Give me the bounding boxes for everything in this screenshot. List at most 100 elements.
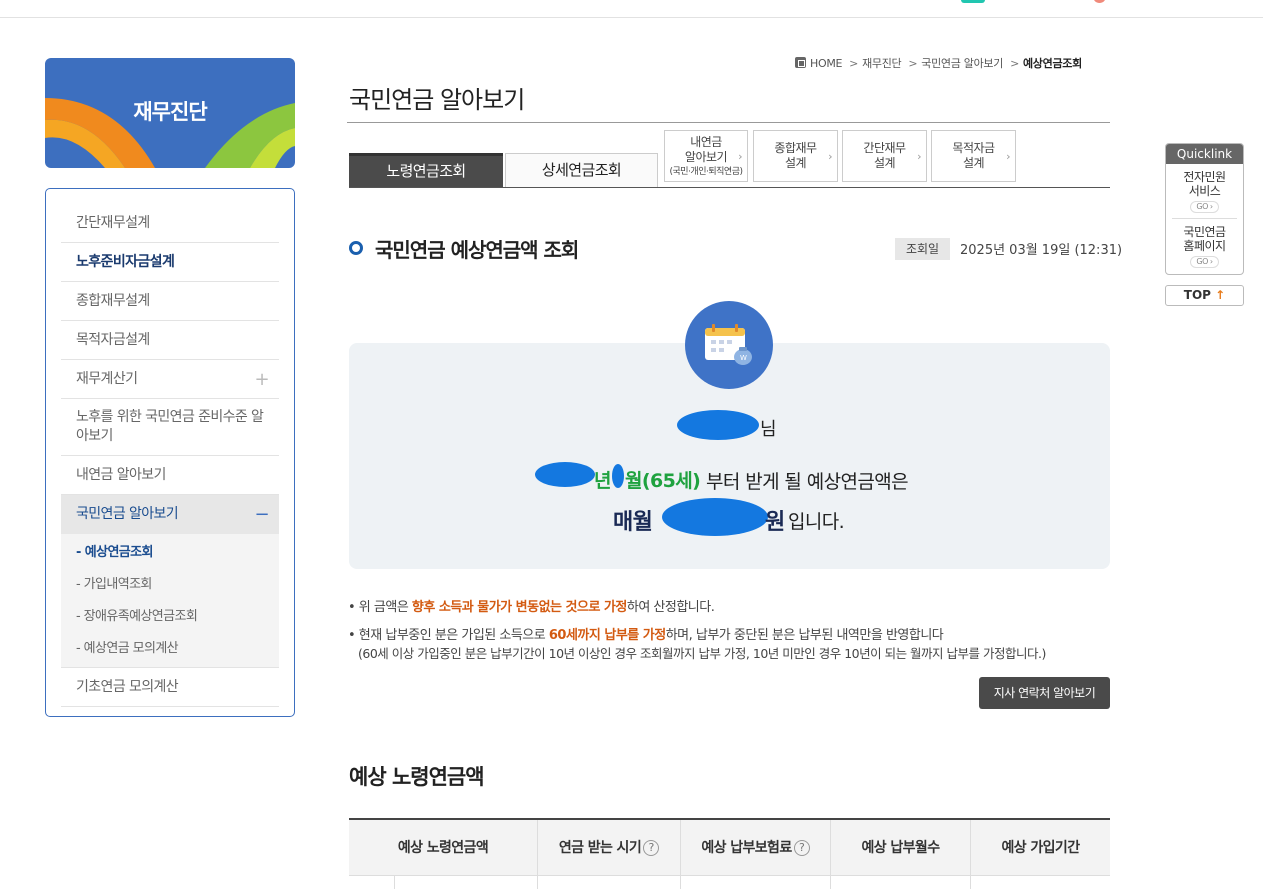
breadcrumb-national-pension[interactable]: 국민연금 알아보기 xyxy=(921,57,1003,70)
table-header-cell: 예상 납부보험료? xyxy=(681,820,831,875)
page-title: 국민연금 알아보기 xyxy=(349,86,525,114)
tab-box-small: (국민·개인·퇴직연금) xyxy=(669,167,744,177)
breadcrumb-current: 예상연금조회 xyxy=(1022,57,1082,70)
tab-my-pension[interactable]: 내연금 알아보기 (국민·개인·퇴직연금) › xyxy=(664,130,748,182)
branch-contact-button[interactable]: 지사 연락처 알아보기 xyxy=(979,677,1110,709)
query-date-value: 2025년 03월 19일 (12:31) xyxy=(960,243,1123,258)
table-header-row: 예상 노령연금액 연금 받는 시기? 예상 납부보험료? 예상 납부월수 예상 … xyxy=(349,820,1110,876)
go-button[interactable]: GO › xyxy=(1190,256,1219,268)
sidebar-banner: 재무진단 xyxy=(45,58,295,168)
quicklink-e-civil-service[interactable]: 전자민원 서비스 GO › xyxy=(1166,164,1243,213)
title-divider xyxy=(347,122,1110,123)
svg-text:W: W xyxy=(740,354,747,362)
tab-purpose-fund[interactable]: 목적자금 설계 › xyxy=(931,130,1016,182)
table-header-cell: 예상 납부월수 xyxy=(831,820,971,875)
sidebar-item-label: 간단재무설계 xyxy=(76,215,150,231)
note-income-assumption: • 위 금액은 향후 소득과 물가가 변동없는 것으로 가정하여 산정합니다. xyxy=(348,600,715,615)
breadcrumb-separator: > xyxy=(849,57,859,70)
sidebar-item-retirement-planning[interactable]: 노후준비자금설계 xyxy=(61,243,279,282)
breadcrumb: HOME > 재무진단 > 국민연금 알아보기 > 예상연금조회 xyxy=(795,55,1110,71)
top-bar-red-button[interactable] xyxy=(1093,0,1106,3)
go-button[interactable]: GO › xyxy=(1190,201,1219,213)
tabs-underline xyxy=(349,187,1110,188)
collapse-minus-icon[interactable]: − xyxy=(255,495,270,534)
redacted-name xyxy=(677,410,759,440)
quicklink-nps-homepage[interactable]: 국민연금 홈페이지 GO › xyxy=(1166,219,1243,268)
tab-box-line: 종합재무 xyxy=(774,141,817,155)
tab-comprehensive-planning[interactable]: 종합재무 설계 › xyxy=(753,130,838,182)
submenu-item-enrollment-history[interactable]: - 가입내역조회 xyxy=(61,569,279,601)
year-suffix: 년 xyxy=(594,470,611,492)
tab-old-age-pension[interactable]: 노령연금조회 xyxy=(349,153,503,188)
breadcrumb-separator: > xyxy=(1010,57,1019,70)
sidebar-submenu: - 예상연금조회 - 가입내역조회 - 장애유족예상연금조회 - 예상연금 모의… xyxy=(61,534,279,668)
breadcrumb-separator: > xyxy=(908,57,918,70)
redacted-month xyxy=(612,464,624,488)
tab-simple-planning[interactable]: 간단재무 설계 › xyxy=(842,130,927,182)
tab-box-line: 알아보기 xyxy=(684,150,728,164)
won-label: 원 xyxy=(765,510,785,535)
redacted-year xyxy=(535,462,595,487)
sidebar-item-label: 국민연금 알아보기 xyxy=(76,506,179,522)
sidebar-item-label: 재무계산기 xyxy=(76,371,138,387)
section2-title: 예상 노령연금액 xyxy=(349,765,485,789)
calendar-icon: W xyxy=(685,301,773,389)
sidebar-item-label: 내연금 알아보기 xyxy=(76,467,166,483)
submenu-item-expected-pension[interactable]: - 예상연금조회 xyxy=(61,537,279,569)
table-header-cell: 연금 받는 시기? xyxy=(538,820,681,875)
tab-box-line: 간단재무 xyxy=(863,141,906,155)
monthly-label: 매월 xyxy=(613,510,653,535)
tab-box-line: 목적자금 xyxy=(952,141,995,155)
tab-box-line: 설계 xyxy=(962,156,985,170)
note-payment-assumption: • 현재 납부중인 분은 가입된 소득으로 60세까지 납부를 가정하며, 납부… xyxy=(348,628,944,643)
start-text: 부터 받게 될 예상연금액은 xyxy=(706,471,909,493)
month-age: 월(65세) xyxy=(625,470,701,492)
tab-box-line: 설계 xyxy=(873,156,896,170)
top-bar xyxy=(0,0,1263,18)
chevron-right-icon: › xyxy=(1006,150,1010,163)
sidebar-item-label: 노후준비자금설계 xyxy=(76,254,175,270)
sidebar-item-simple-planning[interactable]: 간단재무설계 xyxy=(61,204,279,243)
sidebar-item-comprehensive-planning[interactable]: 종합재무설계 xyxy=(61,282,279,321)
sidebar-item-basic-pension[interactable]: 기초연금 모의계산 xyxy=(61,668,279,707)
sidebar-item-label: 종합재무설계 xyxy=(76,293,150,309)
sidebar-item-label: 노후를 위한 국민연금 준비수준 알아보기 xyxy=(76,409,264,444)
section-title: 국민연금 예상연금액 조회 xyxy=(375,238,579,262)
name-suffix: 님 xyxy=(760,419,777,440)
arrow-up-icon: ↑ xyxy=(1215,288,1226,302)
tab-box-line: 설계 xyxy=(784,156,807,170)
sidebar-item-label: 목적자금설계 xyxy=(76,332,150,348)
note-over-60: (60세 이상 가입중인 분은 납부기간이 10년 이상인 경우 조회월까지 납… xyxy=(358,646,1046,661)
sidebar-item-calculator[interactable]: 재무계산기 + xyxy=(61,360,279,399)
pension-table: 예상 노령연금액 연금 받는 시기? 예상 납부보험료? 예상 납부월수 예상 … xyxy=(349,818,1110,889)
top-bar-teal-button[interactable] xyxy=(961,0,985,3)
scroll-top-button[interactable]: TOP ↑ xyxy=(1165,285,1244,306)
help-question-icon[interactable]: ? xyxy=(793,840,810,856)
sidebar-item-purpose-fund[interactable]: 목적자금설계 xyxy=(61,321,279,360)
sidebar-item-my-pension[interactable]: 내연금 알아보기 xyxy=(61,456,279,495)
redacted-amount xyxy=(662,498,768,536)
submenu-item-mock-calculation[interactable]: - 예상연금 모의계산 xyxy=(61,633,279,665)
sidebar-menu: 간단재무설계 노후준비자금설계 종합재무설계 목적자금설계 재무계산기 + 노후를… xyxy=(45,188,295,717)
table-row xyxy=(349,876,1110,889)
help-question-icon[interactable]: ? xyxy=(643,840,660,856)
submenu-item-disability-survivor[interactable]: - 장애유족예상연금조회 xyxy=(61,601,279,633)
expand-plus-icon[interactable]: + xyxy=(255,360,270,399)
breadcrumb-home[interactable]: HOME xyxy=(810,57,842,70)
tab-box-line: 내연금 xyxy=(690,135,722,149)
sidebar-banner-title: 재무진단 xyxy=(133,100,207,124)
breadcrumb-financial-diagnosis[interactable]: 재무진단 xyxy=(862,57,902,70)
quicklink-panel: Quicklink 전자민원 서비스 GO › 국민연금 홈페이지 GO › xyxy=(1165,143,1244,275)
query-date-label: 조회일 xyxy=(895,238,950,260)
ending-text: 입니다. xyxy=(788,511,845,533)
tab-detailed-pension[interactable]: 상세연금조회 xyxy=(505,153,658,188)
table-header-cell: 예상 노령연금액 xyxy=(349,820,538,875)
circle-bullet-icon xyxy=(349,241,363,255)
sidebar-item-national-pension[interactable]: 국민연금 알아보기 − xyxy=(61,495,279,534)
quicklink-header: Quicklink xyxy=(1166,144,1243,164)
chevron-right-icon: › xyxy=(917,150,921,163)
table-header-cell: 예상 가입기간 xyxy=(1001,840,1081,856)
sidebar-item-readiness-level[interactable]: 노후를 위한 국민연금 준비수준 알아보기 xyxy=(61,399,279,456)
chevron-right-icon: › xyxy=(828,150,832,163)
sidebar-item-label: 기초연금 모의계산 xyxy=(76,679,179,695)
